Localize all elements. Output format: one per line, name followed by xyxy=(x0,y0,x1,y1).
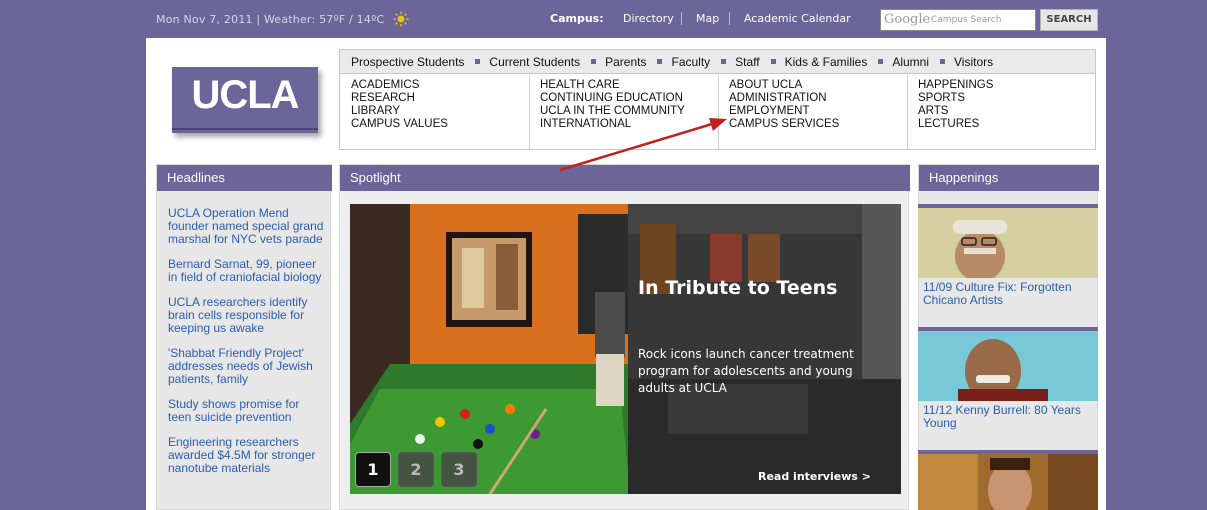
ucla-logo[interactable]: UCLA xyxy=(172,67,318,133)
mega-menu-column: ACADEMICS RESEARCH LIBRARY CAMPUS VALUES xyxy=(340,74,530,149)
slide-pager-3[interactable]: 3 xyxy=(441,452,477,487)
audience-nav: Prospective Students Current Students Pare… xyxy=(339,49,1096,74)
headline-link[interactable]: Bernard Sarnat, 99, pioneer in field of … xyxy=(168,258,326,284)
audience-faculty[interactable]: Faculty xyxy=(671,55,710,69)
directory-link[interactable]: Directory xyxy=(623,12,674,25)
menu-international[interactable]: INTERNATIONAL xyxy=(540,118,718,131)
map-link[interactable]: Map xyxy=(696,12,719,25)
headline-link[interactable]: Study shows promise for teen suicide pre… xyxy=(168,398,326,424)
top-bar: Mon Nov 7, 2011 | Weather: 57ºF / 14ºC C… xyxy=(0,0,1207,38)
bullet-icon xyxy=(721,59,727,65)
date-weather-text: Mon Nov 7, 2011 | Weather: 57ºF / 14ºC xyxy=(156,13,385,26)
slide-description: Rock icons launch cancer treatment progr… xyxy=(638,347,854,395)
headline-link[interactable]: UCLA Operation Mend founder named specia… xyxy=(168,207,326,246)
slide-title: In Tribute to Teens xyxy=(638,277,838,299)
menu-happenings[interactable]: HAPPENINGS xyxy=(918,79,1096,92)
menu-campus-values[interactable]: CAMPUS VALUES xyxy=(351,118,529,131)
audience-current-students[interactable]: Current Students xyxy=(489,55,580,69)
sun-icon xyxy=(393,11,409,27)
happening-photo[interactable] xyxy=(918,454,1098,510)
audience-prospective-students[interactable]: Prospective Students xyxy=(351,55,464,69)
menu-sports[interactable]: SPORTS xyxy=(918,92,1096,105)
campus-label: Campus: xyxy=(550,12,604,25)
slide-pager-1[interactable]: 1 xyxy=(355,452,391,487)
bullet-icon xyxy=(475,59,481,65)
menu-employment[interactable]: EMPLOYMENT xyxy=(729,105,907,118)
menu-research[interactable]: RESEARCH xyxy=(351,92,529,105)
happenings-title: Happenings xyxy=(919,165,1099,191)
audience-alumni[interactable]: Alumni xyxy=(892,55,929,69)
menu-about-ucla[interactable]: ABOUT UCLA xyxy=(729,79,907,92)
spotlight-title: Spotlight xyxy=(340,165,910,191)
mega-menu: ACADEMICS RESEARCH LIBRARY CAMPUS VALUES… xyxy=(339,74,1096,150)
academic-calendar-link[interactable]: Academic Calendar xyxy=(744,12,851,25)
bullet-icon xyxy=(657,59,663,65)
menu-administration[interactable]: ADMINISTRATION xyxy=(729,92,907,105)
spotlight-slide[interactable]: In Tribute to Teens Rock icons launch ca… xyxy=(350,204,901,494)
google-logo: Google xyxy=(884,12,931,27)
audience-parents[interactable]: Parents xyxy=(605,55,646,69)
menu-lectures[interactable]: LECTURES xyxy=(918,118,1096,131)
menu-academics[interactable]: ACADEMICS xyxy=(351,79,529,92)
bullet-icon xyxy=(878,59,884,65)
kenny-burrell-photo[interactable] xyxy=(918,331,1098,401)
mega-menu-column: ABOUT UCLA ADMINISTRATION EMPLOYMENT CAM… xyxy=(718,74,908,149)
audience-visitors[interactable]: Visitors xyxy=(954,55,993,69)
happening-link[interactable]: 11/09 Culture Fix: Forgotten Chicano Art… xyxy=(923,281,1093,307)
menu-arts[interactable]: ARTS xyxy=(918,105,1096,118)
slide-pager-2[interactable]: 2 xyxy=(398,452,434,487)
mega-menu-column: HEALTH CARE CONTINUING EDUCATION UCLA IN… xyxy=(529,74,719,149)
audience-staff[interactable]: Staff xyxy=(735,55,759,69)
culture-fix-photo[interactable] xyxy=(918,208,1098,278)
audience-kids-families[interactable]: Kids & Families xyxy=(785,55,868,69)
search-button[interactable]: SEARCH xyxy=(1040,9,1098,31)
menu-continuing-education[interactable]: CONTINUING EDUCATION xyxy=(540,92,718,105)
menu-library[interactable]: LIBRARY xyxy=(351,105,529,118)
read-interviews-link[interactable]: Read interviews > xyxy=(758,470,871,483)
headline-link[interactable]: UCLA researchers identify brain cells re… xyxy=(168,296,326,335)
link-divider xyxy=(681,12,682,25)
headlines-title: Headlines xyxy=(157,165,332,191)
bullet-icon xyxy=(940,59,946,65)
game-room-photo xyxy=(350,204,630,494)
menu-health-care[interactable]: HEALTH CARE xyxy=(540,79,718,92)
search-placeholder: Campus Search xyxy=(931,15,1002,25)
headlines-list: UCLA Operation Mend founder named specia… xyxy=(168,207,326,487)
menu-ucla-in-community[interactable]: UCLA IN THE COMMUNITY xyxy=(540,105,718,118)
logo-underline xyxy=(172,128,318,130)
headline-link[interactable]: Engineering researchers awarded $4.5M fo… xyxy=(168,436,326,475)
search-input[interactable]: Google Campus Search xyxy=(880,9,1036,31)
mega-menu-column: HAPPENINGS SPORTS ARTS LECTURES xyxy=(907,74,1096,149)
link-divider xyxy=(729,12,730,25)
logo-text: UCLA xyxy=(191,73,299,117)
happening-link[interactable]: 11/12 Kenny Burrell: 80 Years Young xyxy=(923,404,1093,430)
headline-link[interactable]: 'Shabbat Friendly Project' addresses nee… xyxy=(168,347,326,386)
bullet-icon xyxy=(770,59,776,65)
bullet-icon xyxy=(591,59,597,65)
menu-campus-services[interactable]: CAMPUS SERVICES xyxy=(729,118,907,131)
